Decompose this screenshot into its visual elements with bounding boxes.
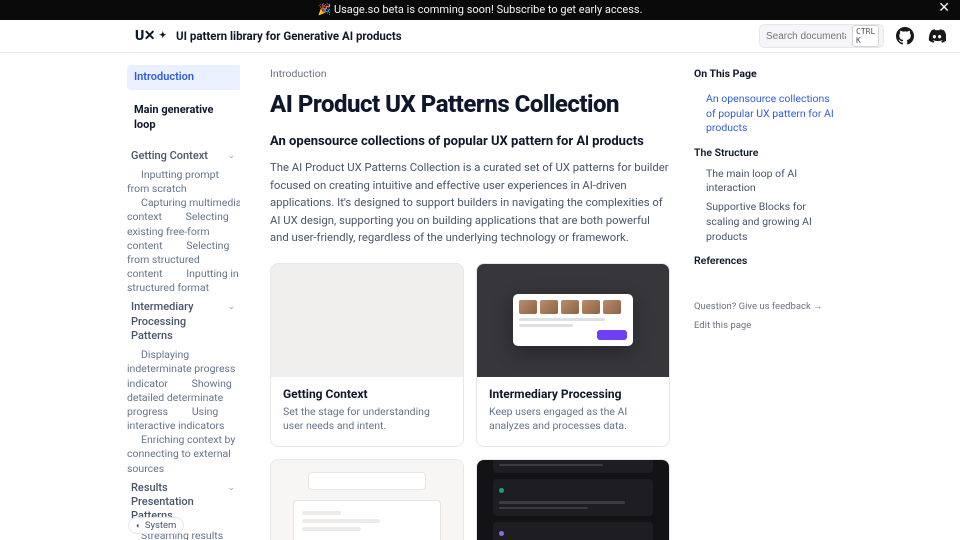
search-box[interactable]: CTRL K — [759, 24, 884, 48]
card-version-control[interactable]: Version Control — [476, 459, 670, 540]
site-title[interactable]: UI pattern library for Generative AI pro… — [176, 29, 402, 43]
card-intermediary-processing[interactable]: Intermediary Processing Keep users engag… — [476, 263, 670, 447]
card-thumbnail — [477, 460, 669, 540]
toc-item[interactable]: The main loop of AI interaction — [694, 165, 840, 198]
card-thumbnail — [271, 264, 463, 377]
card-title: Intermediary Processing — [489, 387, 657, 401]
toc-item-structure[interactable]: The Structure — [694, 144, 840, 163]
theme-icon: ◐ — [136, 521, 141, 530]
chevron-down-icon: ⌄ — [227, 483, 235, 495]
announcement-banner: 🎉 Usage.so beta is comming soon! Subscri… — [0, 0, 960, 20]
sidebar-section-intermediary[interactable]: Intermediary Processing Patterns ⌄ — [127, 295, 240, 348]
banner-text[interactable]: 🎉 Usage.so beta is comming soon! Subscri… — [318, 3, 643, 16]
search-input[interactable] — [766, 31, 846, 42]
card-getting-context[interactable]: Getting Context Set the stage for unders… — [270, 263, 464, 447]
github-icon[interactable] — [894, 25, 916, 47]
sparkle-icon: ✦ — [159, 31, 166, 41]
card-title: Getting Context — [283, 387, 451, 401]
card-desc: Keep users engaged as the AI analyzes an… — [489, 405, 657, 434]
toc-heading: On This Page — [694, 67, 840, 80]
edit-page-link[interactable]: Edit this page — [694, 320, 840, 331]
card-presenting-results[interactable]: Presenting Results — [270, 459, 464, 540]
toc-item[interactable]: Supportive Blocks for scaling and growin… — [694, 198, 840, 246]
card-grid: Getting Context Set the stage for unders… — [270, 263, 670, 540]
close-icon[interactable]: ✕ — [938, 2, 950, 14]
sidebar-sub[interactable]: Enriching context by connecting to exter… — [127, 429, 235, 478]
page-subtitle: An opensource collections of popular UX … — [270, 134, 670, 149]
topbar: U✕ ✦ UI pattern library for Generative A… — [0, 20, 960, 53]
sidebar-item-introduction[interactable]: Introduction — [127, 65, 240, 90]
toc-item-references[interactable]: References — [694, 252, 840, 271]
card-thumbnail — [477, 264, 669, 377]
search-kbd: CTRL K — [852, 25, 879, 47]
main-content: Introduction AI Product UX Patterns Coll… — [240, 53, 690, 540]
chevron-down-icon: ⌄ — [227, 302, 235, 314]
logo[interactable]: U✕ ✦ — [135, 28, 166, 44]
toc-item-active[interactable]: An opensource collections of popular UX … — [694, 90, 840, 138]
sidebar: Introduction Main generative loop Gettin… — [0, 53, 240, 540]
card-thumbnail — [271, 460, 463, 540]
page-title: AI Product UX Patterns Collection — [270, 90, 670, 118]
theme-selector[interactable]: ◐ System — [128, 517, 184, 534]
discord-icon[interactable] — [926, 25, 948, 47]
toc: On This Page An opensource collections o… — [690, 53, 856, 540]
breadcrumb: Introduction — [270, 67, 670, 80]
chevron-down-icon: ⌄ — [227, 151, 235, 163]
intro-paragraph: The AI Product UX Patterns Collection is… — [270, 159, 670, 247]
card-desc: Set the stage for understanding user nee… — [283, 405, 451, 434]
feedback-link[interactable]: Question? Give us feedback → — [694, 301, 840, 312]
sidebar-item-main-loop[interactable]: Main generative loop — [127, 98, 240, 138]
